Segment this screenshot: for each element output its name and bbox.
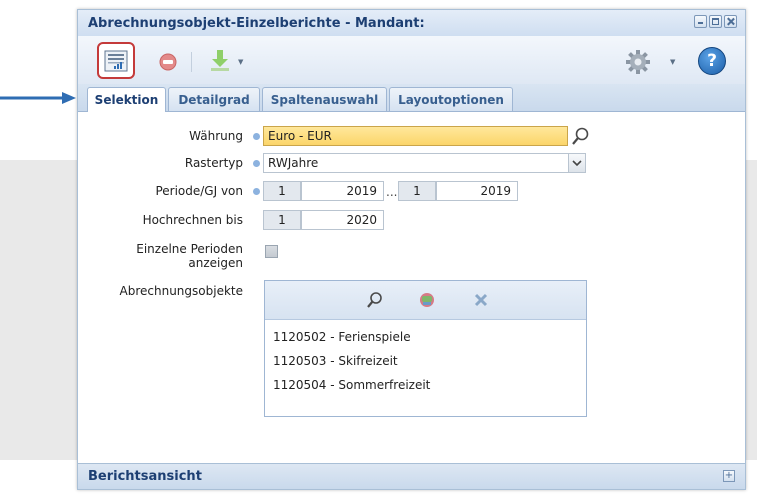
list-item[interactable]: 1120503 - Skifreizeit [273,354,398,368]
tab-selektion[interactable]: Selektion [87,87,166,112]
periode-from-period[interactable]: 1 [263,181,301,201]
report-button[interactable] [97,42,135,79]
einzelne-perioden-label-line2: anzeigen [188,256,243,270]
export-icon [211,50,229,71]
window-titlebar[interactable]: Abrechnungsobjekt-Einzelberichte - Manda… [78,10,745,37]
periode-to-year[interactable]: 2019 [436,181,518,201]
list-item[interactable]: 1120504 - Sommerfreizeit [273,378,430,392]
background-panel-right [746,160,757,460]
abrechnungsobjekte-toolbar [265,281,586,320]
tab-layoutoptionen[interactable]: Layoutoptionen [389,87,513,111]
einzelne-perioden-label-line1: Einzelne Perioden [136,242,243,256]
tab-label: Detailgrad [178,92,250,107]
hochrechnen-year[interactable]: 2020 [301,210,384,230]
annotation-arrow [0,92,76,104]
required-indicator [253,133,260,140]
background-panel-left [0,160,77,460]
einzelne-perioden-label: Einzelne Perioden anzeigen [136,242,243,270]
required-indicator [253,160,260,167]
search-icon[interactable] [366,291,384,309]
settings-dropdown-icon[interactable]: ▼ [670,58,675,66]
close-button[interactable] [724,15,737,28]
help-button[interactable]: ? [698,47,726,75]
rastertyp-label: Rastertyp [184,156,243,170]
remove-icon[interactable] [472,291,490,309]
tab-spaltenauswahl[interactable]: Spaltenauswahl [262,87,387,111]
help-icon: ? [707,51,717,71]
tab-label: Layoutoptionen [398,92,504,107]
periode-label: Periode/GJ von [155,184,243,198]
waehrung-label: Währung [189,129,243,143]
settings-button[interactable] [625,49,651,75]
waehrung-search-icon[interactable] [571,126,591,146]
toolbar-separator [191,52,192,72]
required-indicator [253,188,260,195]
toolbar: ▼ ▼ ? [78,36,745,84]
report-window: Abrechnungsobjekt-Einzelberichte - Manda… [77,9,746,490]
berichtsansicht-title: Berichtsansicht [88,469,202,484]
berichtsansicht-bar[interactable]: Berichtsansicht + [78,463,745,489]
hochrechnen-period[interactable]: 1 [263,210,301,230]
export-button[interactable] [209,49,231,73]
maximize-button[interactable] [709,15,722,28]
export-dropdown-icon[interactable]: ▼ [238,58,243,66]
window-controls [694,15,737,28]
periode-to-period[interactable]: 1 [398,181,436,201]
stop-button[interactable] [159,53,177,71]
tab-label: Selektion [94,93,159,107]
tab-label: Spaltenauswahl [270,92,379,107]
minimize-button[interactable] [694,15,707,28]
waehrung-input[interactable]: Euro - EUR [263,126,568,146]
tab-detailgrad[interactable]: Detailgrad [168,87,260,111]
expand-button[interactable]: + [723,470,735,482]
abrechnungsobjekte-panel: 1120502 - Ferienspiele 1120503 - Skifrei… [264,280,587,417]
hochrechnen-label: Hochrechnen bis [142,213,243,227]
chevron-down-icon [572,160,582,167]
einzelne-perioden-checkbox[interactable] [265,245,278,258]
gear-icon [626,50,650,74]
rastertyp-select[interactable]: RWJahre [263,153,569,173]
selection-form: Währung Euro - EUR Rastertyp RWJahre Per… [78,112,745,464]
report-icon [104,50,128,71]
periode-from-year[interactable]: 2019 [301,181,384,201]
range-separator: ... [386,185,398,199]
tab-strip: Selektion Detailgrad Spaltenauswahl Layo… [78,84,745,112]
rastertyp-dropdown-button[interactable] [569,153,586,173]
add-object-icon[interactable] [418,291,436,309]
abrechnungsobjekte-label: Abrechnungsobjekte [119,284,243,298]
window-title: Abrechnungsobjekt-Einzelberichte - Manda… [88,16,425,31]
stop-icon [159,53,177,71]
list-item[interactable]: 1120502 - Ferienspiele [273,330,411,344]
